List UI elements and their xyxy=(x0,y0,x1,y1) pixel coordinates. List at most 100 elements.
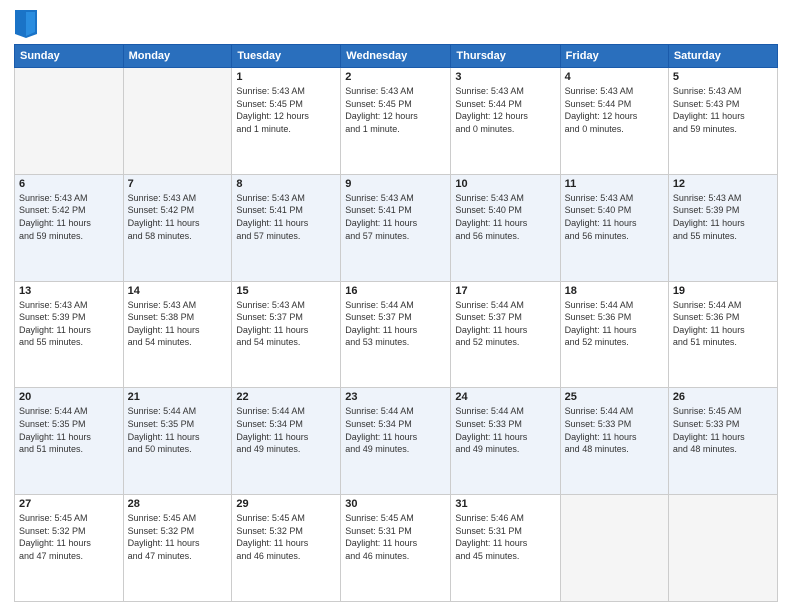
day-info: Sunrise: 5:44 AM Sunset: 5:37 PM Dayligh… xyxy=(345,299,446,349)
day-info: Sunrise: 5:43 AM Sunset: 5:44 PM Dayligh… xyxy=(455,85,555,135)
day-info: Sunrise: 5:45 AM Sunset: 5:32 PM Dayligh… xyxy=(128,512,228,562)
day-info: Sunrise: 5:44 AM Sunset: 5:36 PM Dayligh… xyxy=(673,299,773,349)
weekday-header-sunday: Sunday xyxy=(15,45,124,68)
day-number: 20 xyxy=(19,391,119,403)
day-number: 1 xyxy=(236,71,336,83)
day-info: Sunrise: 5:43 AM Sunset: 5:43 PM Dayligh… xyxy=(673,85,773,135)
day-number: 18 xyxy=(565,285,664,297)
day-info: Sunrise: 5:46 AM Sunset: 5:31 PM Dayligh… xyxy=(455,512,555,562)
calendar-cell xyxy=(668,495,777,602)
calendar-cell: 27Sunrise: 5:45 AM Sunset: 5:32 PM Dayli… xyxy=(15,495,124,602)
calendar-cell: 25 Sunrise: 5:44 AM Sunset: 5:33 PM Dayli… xyxy=(560,388,668,495)
day-info: Sunrise: 5:43 AM Sunset: 5:44 PM Dayligh… xyxy=(565,85,664,135)
calendar-cell: 8 Sunrise: 5:43 AM Sunset: 5:41 PM Daylig… xyxy=(232,174,341,281)
day-info: Sunrise: 5:44 AM Sunset: 5:33 PM Dayligh… xyxy=(455,405,555,455)
calendar-table: SundayMondayTuesdayWednesdayThursdayFrid… xyxy=(14,44,778,602)
day-info: Sunrise: 5:43 AM Sunset: 5:37 PM Dayligh… xyxy=(236,299,336,349)
calendar-cell: 3 Sunrise: 5:43 AM Sunset: 5:44 PM Daylig… xyxy=(451,68,560,175)
day-number: 30 xyxy=(345,498,446,510)
weekday-header-wednesday: Wednesday xyxy=(341,45,451,68)
day-info: Sunrise: 5:44 AM Sunset: 5:35 PM Dayligh… xyxy=(128,405,228,455)
calendar-cell: 20Sunrise: 5:44 AM Sunset: 5:35 PM Dayli… xyxy=(15,388,124,495)
day-number: 13 xyxy=(19,285,119,297)
week-row-4: 20 Sunrise: 5:44 AM Sunset: 5:35 PM Dayli… xyxy=(15,388,778,495)
calendar-cell: 2 Sunrise: 5:43 AM Sunset: 5:45 PM Daylig… xyxy=(341,68,451,175)
day-number: 14 xyxy=(128,285,228,297)
day-number: 31 xyxy=(455,498,555,510)
day-info: Sunrise: 5:45 AM Sunset: 5:33 PM Dayligh… xyxy=(673,405,773,455)
day-number: 4 xyxy=(565,71,664,83)
calendar-cell: 13 Sunrise: 5:43 AM Sunset: 5:39 PM Dayli… xyxy=(15,281,124,388)
weekday-header-row: SundayMondayTuesdayWednesdayThursdayFrid… xyxy=(15,45,778,68)
day-info: Sunrise: 5:43 AM Sunset: 5:40 PM Dayligh… xyxy=(455,192,555,242)
day-number: 5 xyxy=(673,71,773,83)
day-number: 19 xyxy=(673,285,773,297)
page: SundayMondayTuesdayWednesdayThursdayFrid… xyxy=(0,0,792,612)
week-row-2: 6 Sunrise: 5:43 AM Sunset: 5:42 PM Daylig… xyxy=(15,174,778,281)
calendar-cell: 29Sunrise: 5:45 AM Sunset: 5:32 PM Dayli… xyxy=(232,495,341,602)
day-number: 26 xyxy=(673,391,773,403)
calendar-cell xyxy=(15,68,124,175)
logo xyxy=(14,14,37,38)
week-row-1: 1 Sunrise: 5:43 AM Sunset: 5:45 PM Daylig… xyxy=(15,68,778,175)
day-info: Sunrise: 5:43 AM Sunset: 5:40 PM Dayligh… xyxy=(565,192,664,242)
day-number: 9 xyxy=(345,178,446,190)
calendar-cell: 28Sunrise: 5:45 AM Sunset: 5:32 PM Dayli… xyxy=(123,495,232,602)
calendar-cell: 17Sunrise: 5:44 AM Sunset: 5:37 PM Dayli… xyxy=(451,281,560,388)
day-info: Sunrise: 5:43 AM Sunset: 5:39 PM Dayligh… xyxy=(19,299,119,349)
day-number: 22 xyxy=(236,391,336,403)
weekday-header-monday: Monday xyxy=(123,45,232,68)
day-number: 3 xyxy=(455,71,555,83)
weekday-header-saturday: Saturday xyxy=(668,45,777,68)
day-number: 2 xyxy=(345,71,446,83)
calendar-cell: 12 Sunrise: 5:43 AM Sunset: 5:39 PM Dayli… xyxy=(668,174,777,281)
day-info: Sunrise: 5:44 AM Sunset: 5:33 PM Dayligh… xyxy=(565,405,664,455)
calendar-cell: 22 Sunrise: 5:44 AM Sunset: 5:34 PM Dayli… xyxy=(232,388,341,495)
day-number: 12 xyxy=(673,178,773,190)
calendar-cell: 6 Sunrise: 5:43 AM Sunset: 5:42 PM Daylig… xyxy=(15,174,124,281)
calendar-cell: 21 Sunrise: 5:44 AM Sunset: 5:35 PM Dayli… xyxy=(123,388,232,495)
day-number: 6 xyxy=(19,178,119,190)
calendar-cell: 31 Sunrise: 5:46 AM Sunset: 5:31 PM Dayli… xyxy=(451,495,560,602)
day-number: 21 xyxy=(128,391,228,403)
day-number: 15 xyxy=(236,285,336,297)
day-info: Sunrise: 5:44 AM Sunset: 5:37 PM Dayligh… xyxy=(455,299,555,349)
week-row-3: 13 Sunrise: 5:43 AM Sunset: 5:39 PM Dayli… xyxy=(15,281,778,388)
day-number: 7 xyxy=(128,178,228,190)
day-info: Sunrise: 5:43 AM Sunset: 5:41 PM Dayligh… xyxy=(236,192,336,242)
day-info: Sunrise: 5:43 AM Sunset: 5:42 PM Dayligh… xyxy=(19,192,119,242)
day-info: Sunrise: 5:43 AM Sunset: 5:41 PM Dayligh… xyxy=(345,192,446,242)
day-info: Sunrise: 5:44 AM Sunset: 5:34 PM Dayligh… xyxy=(236,405,336,455)
day-number: 10 xyxy=(455,178,555,190)
day-number: 16 xyxy=(345,285,446,297)
logo-icon xyxy=(15,10,37,38)
calendar-cell: 4 Sunrise: 5:43 AM Sunset: 5:44 PM Daylig… xyxy=(560,68,668,175)
calendar-cell: 16 Sunrise: 5:44 AM Sunset: 5:37 PM Dayli… xyxy=(341,281,451,388)
calendar-cell: 11 Sunrise: 5:43 AM Sunset: 5:40 PM Dayli… xyxy=(560,174,668,281)
day-number: 29 xyxy=(236,498,336,510)
calendar-cell xyxy=(560,495,668,602)
calendar-cell: 9 Sunrise: 5:43 AM Sunset: 5:41 PM Daylig… xyxy=(341,174,451,281)
day-number: 27 xyxy=(19,498,119,510)
calendar-cell: 5 Sunrise: 5:43 AM Sunset: 5:43 PM Daylig… xyxy=(668,68,777,175)
weekday-header-friday: Friday xyxy=(560,45,668,68)
day-info: Sunrise: 5:45 AM Sunset: 5:31 PM Dayligh… xyxy=(345,512,446,562)
calendar-cell: 26 Sunrise: 5:45 AM Sunset: 5:33 PM Dayli… xyxy=(668,388,777,495)
day-number: 25 xyxy=(565,391,664,403)
day-info: Sunrise: 5:43 AM Sunset: 5:39 PM Dayligh… xyxy=(673,192,773,242)
calendar-cell: 30 Sunrise: 5:45 AM Sunset: 5:31 PM Dayli… xyxy=(341,495,451,602)
day-number: 8 xyxy=(236,178,336,190)
day-info: Sunrise: 5:43 AM Sunset: 5:45 PM Dayligh… xyxy=(345,85,446,135)
day-number: 11 xyxy=(565,178,664,190)
header xyxy=(14,10,778,38)
day-info: Sunrise: 5:43 AM Sunset: 5:45 PM Dayligh… xyxy=(236,85,336,135)
day-info: Sunrise: 5:43 AM Sunset: 5:42 PM Dayligh… xyxy=(128,192,228,242)
calendar-cell: 24Sunrise: 5:44 AM Sunset: 5:33 PM Dayli… xyxy=(451,388,560,495)
calendar-cell xyxy=(123,68,232,175)
calendar-cell: 1 Sunrise: 5:43 AM Sunset: 5:45 PM Daylig… xyxy=(232,68,341,175)
weekday-header-tuesday: Tuesday xyxy=(232,45,341,68)
day-info: Sunrise: 5:43 AM Sunset: 5:38 PM Dayligh… xyxy=(128,299,228,349)
calendar-cell: 10 Sunrise: 5:43 AM Sunset: 5:40 PM Dayli… xyxy=(451,174,560,281)
calendar-cell: 18Sunrise: 5:44 AM Sunset: 5:36 PM Dayli… xyxy=(560,281,668,388)
day-number: 23 xyxy=(345,391,446,403)
